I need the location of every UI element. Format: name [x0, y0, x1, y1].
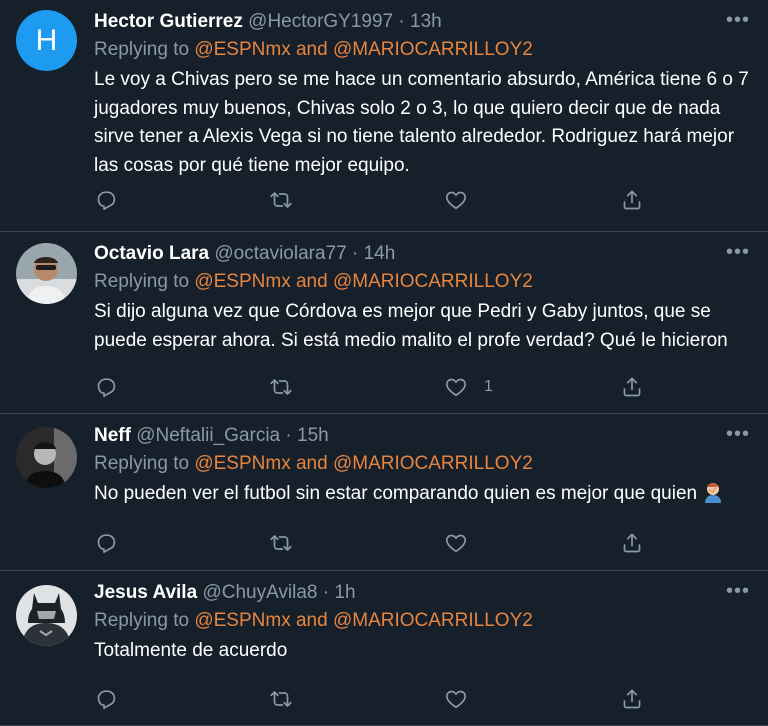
display-name[interactable]: Hector Gutierrez	[94, 11, 243, 32]
reply-icon	[94, 375, 118, 399]
retweet-icon	[269, 687, 293, 711]
handle[interactable]: @ChuyAvila8	[202, 582, 317, 603]
like-icon	[444, 188, 468, 212]
tweet[interactable]: H ••• Hector Gutierrez @HectorGY1997 · 1…	[0, 0, 768, 232]
replying-to: Replying to @ESPNmx and @MARIOCARRILLOY2	[94, 451, 752, 477]
mention-link[interactable]: @MARIOCARRILLOY2	[333, 271, 533, 292]
retweet-button[interactable]	[269, 530, 293, 556]
replying-and: and	[295, 610, 328, 631]
like-icon	[444, 531, 468, 555]
reply-icon	[94, 687, 118, 711]
reply-button[interactable]	[94, 530, 118, 556]
separator: ·	[351, 243, 359, 264]
person-facepalming-emoji	[702, 481, 724, 513]
avatar[interactable]	[16, 427, 77, 488]
replying-to: Replying to @ESPNmx and @MARIOCARRILLOY2	[94, 269, 752, 295]
display-name[interactable]: Octavio Lara	[94, 243, 209, 264]
share-button[interactable]	[620, 374, 644, 400]
share-icon	[620, 375, 644, 399]
mention-link[interactable]: @ESPNmx	[194, 39, 290, 60]
display-name[interactable]: Neff	[94, 425, 131, 446]
mention-link[interactable]: @ESPNmx	[194, 453, 290, 474]
tweet-content: Hector Gutierrez @HectorGY1997 · 13h Rep…	[94, 10, 752, 180]
like-button[interactable]	[444, 530, 484, 556]
tweet-text: Le voy a Chivas pero se me hace un comen…	[94, 69, 749, 176]
reply-icon	[94, 531, 118, 555]
tweet-content: Octavio Lara @octaviolara77 · 14h Replyi…	[94, 242, 752, 355]
like-icon	[444, 687, 468, 711]
retweet-icon	[269, 188, 293, 212]
like-button[interactable]	[444, 187, 484, 213]
tweet-header: Jesus Avila @ChuyAvila8 · 1h	[94, 581, 752, 605]
action-bar	[94, 686, 654, 712]
handle[interactable]: @octaviolara77	[214, 243, 346, 264]
tweet-text-content: No pueden ver el futbol sin estar compar…	[94, 483, 698, 504]
tweet-header: Hector Gutierrez @HectorGY1997 · 13h	[94, 10, 752, 34]
tweet[interactable]: ••• Neff @Neftalii_Garcia · 15h Replying…	[0, 414, 768, 571]
mention-link[interactable]: @MARIOCARRILLOY2	[333, 610, 533, 631]
tweet-text: Si dijo alguna vez que Córdova es mejor …	[94, 301, 728, 351]
replying-and: and	[295, 271, 328, 292]
reply-button[interactable]	[94, 686, 118, 712]
mention-link[interactable]: @ESPNmx	[194, 610, 290, 631]
separator: ·	[398, 11, 405, 32]
like-button[interactable]: 1	[444, 374, 493, 400]
mention-link[interactable]: @MARIOCARRILLOY2	[333, 453, 533, 474]
handle[interactable]: @HectorGY1997	[248, 11, 393, 32]
like-button[interactable]	[444, 686, 484, 712]
replying-and: and	[295, 39, 328, 60]
replying-prefix: Replying to	[94, 271, 190, 292]
reply-icon	[94, 188, 118, 212]
replying-to: Replying to @ESPNmx and @MARIOCARRILLOY2	[94, 37, 752, 63]
mention-link[interactable]: @MARIOCARRILLOY2	[333, 39, 533, 60]
retweet-button[interactable]	[269, 686, 293, 712]
avatar[interactable]: H	[16, 10, 77, 71]
separator: ·	[285, 425, 292, 446]
separator: ·	[322, 582, 330, 603]
action-bar: 1	[94, 374, 654, 400]
avatar[interactable]	[16, 585, 77, 646]
retweet-button[interactable]	[269, 187, 293, 213]
timestamp[interactable]: 15h	[297, 425, 329, 446]
replying-prefix: Replying to	[94, 610, 190, 631]
retweet-button[interactable]	[269, 374, 293, 400]
tweet-text: Totalmente de acuerdo	[94, 640, 288, 661]
replying-prefix: Replying to	[94, 39, 190, 60]
timestamp[interactable]: 1h	[334, 582, 355, 603]
tweet-text: No pueden ver el futbol sin estar compar…	[94, 480, 752, 513]
action-bar	[94, 187, 654, 213]
like-icon	[444, 375, 468, 399]
avatar[interactable]	[16, 243, 77, 304]
tweet-header: Neff @Neftalii_Garcia · 15h	[94, 424, 752, 448]
retweet-icon	[269, 375, 293, 399]
handle[interactable]: @Neftalii_Garcia	[136, 425, 280, 446]
action-bar	[94, 530, 654, 556]
share-button[interactable]	[620, 686, 644, 712]
tweet[interactable]: ••• Octavio Lara @octaviolara77 · 14h Re…	[0, 232, 768, 414]
tweet[interactable]: ••• Jesus Avila @ChuyAvila8 · 1h Replyin…	[0, 571, 768, 726]
timestamp[interactable]: 13h	[410, 11, 442, 32]
tweet-content: Jesus Avila @ChuyAvila8 · 1h Replying to…	[94, 581, 752, 666]
replying-prefix: Replying to	[94, 453, 190, 474]
share-button[interactable]	[620, 530, 644, 556]
share-button[interactable]	[620, 187, 644, 213]
mention-link[interactable]: @ESPNmx	[194, 271, 290, 292]
reply-button[interactable]	[94, 374, 118, 400]
replying-and: and	[295, 453, 328, 474]
replying-to: Replying to @ESPNmx and @MARIOCARRILLOY2	[94, 608, 752, 634]
tweet-content: Neff @Neftalii_Garcia · 15h Replying to …	[94, 424, 752, 513]
tweet-header: Octavio Lara @octaviolara77 · 14h	[94, 242, 752, 266]
display-name[interactable]: Jesus Avila	[94, 582, 197, 603]
share-icon	[620, 687, 644, 711]
like-count: 1	[484, 378, 493, 395]
timestamp[interactable]: 14h	[364, 243, 396, 264]
retweet-icon	[269, 531, 293, 555]
share-icon	[620, 188, 644, 212]
share-icon	[620, 531, 644, 555]
reply-button[interactable]	[94, 187, 118, 213]
